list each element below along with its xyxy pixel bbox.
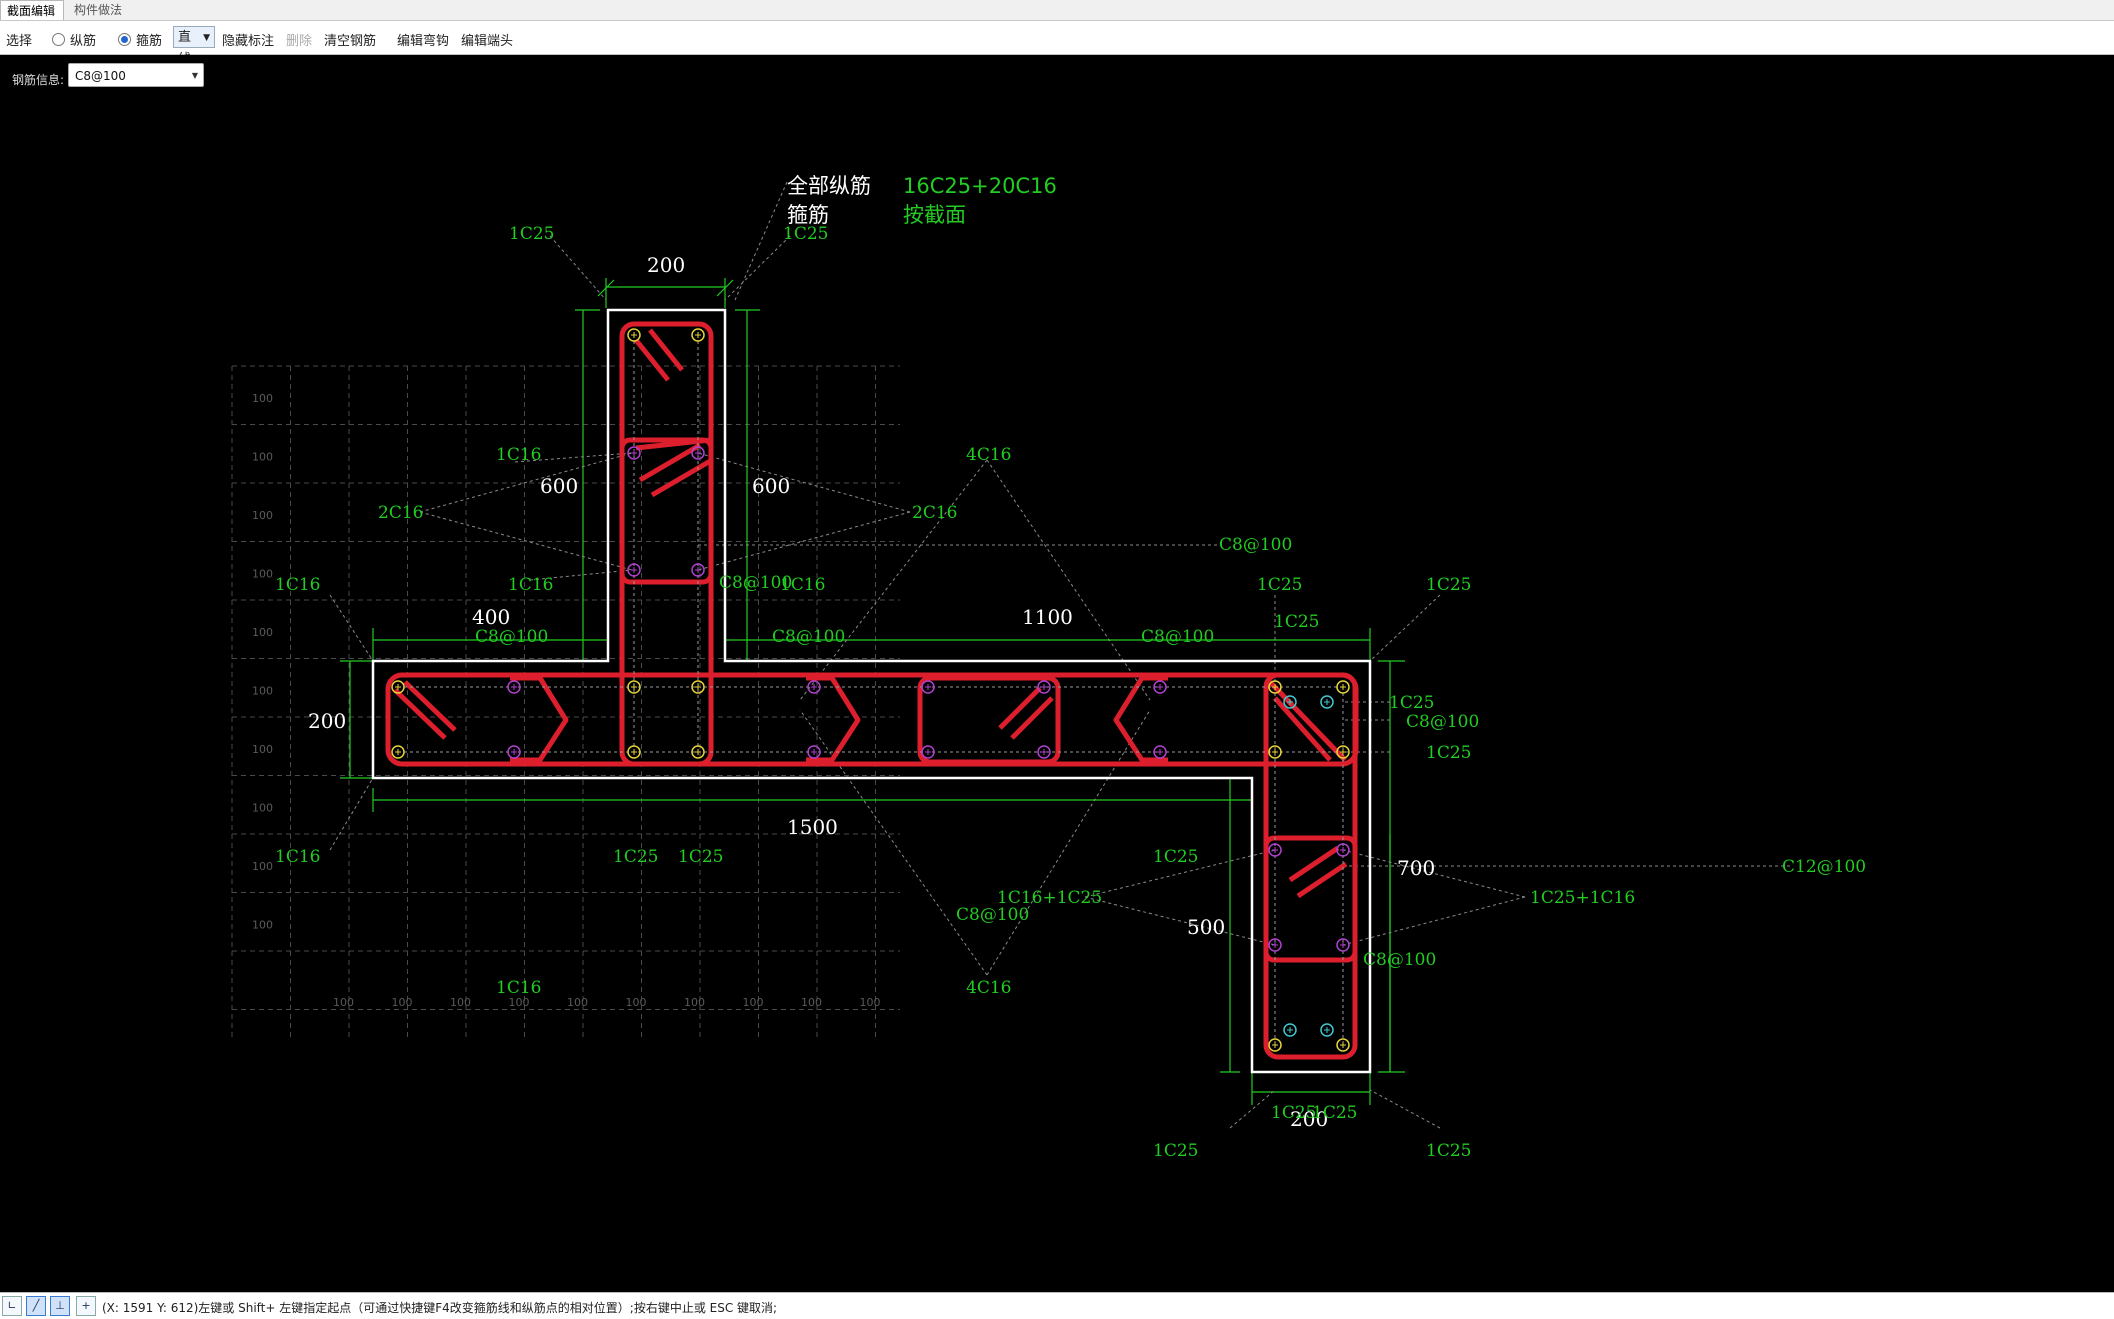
rebar-label: 1C16 — [496, 445, 541, 465]
grid-row-label: 100 — [252, 685, 273, 698]
rebar-label: 1C25 — [1274, 612, 1319, 632]
rebar-label: 1C16 — [496, 978, 541, 998]
grid-col-label: 100 — [743, 996, 764, 1009]
dim-right-600: 600 — [752, 474, 790, 498]
rebar-label: 1C16 — [780, 575, 825, 595]
summary-stirrup-value: 按截面 — [903, 203, 966, 227]
perpendicular-snap-icon[interactable]: ⊥ — [50, 1296, 70, 1316]
grid-row-label: 100 — [252, 743, 273, 756]
grid-row-label: 100 — [252, 392, 273, 405]
rebar-label: 4C16 — [966, 978, 1011, 998]
grid-row-label: 100 — [252, 626, 273, 639]
offset-snap-icon[interactable]: + — [76, 1296, 96, 1316]
rebar-label: 1C25 — [509, 224, 554, 244]
line-snap-icon[interactable]: ╱ — [26, 1296, 46, 1316]
stirrups — [385, 321, 1359, 1060]
dim-200-left: 200 — [308, 709, 346, 733]
grid-col-label: 100 — [567, 996, 588, 1009]
rebar-label: 1C25 — [1153, 1141, 1198, 1161]
rebar-label: 1C25+1C16 — [1530, 888, 1635, 908]
background-grid — [231, 365, 900, 1037]
rebar-label: 1C25 — [1271, 1103, 1316, 1123]
rebar-label: 2C16 — [378, 503, 423, 523]
dim-1100: 1100 — [1022, 605, 1073, 629]
summary-all-long-label: 全部纵筋 — [787, 174, 871, 198]
rebar-label: 1C16 — [508, 575, 553, 595]
dim-400: 400 — [472, 605, 510, 629]
grid-col-label: 100 — [333, 996, 354, 1009]
rebar-label: C12@100 — [1782, 857, 1866, 877]
rebar-label: C8@100 — [1363, 950, 1436, 970]
summary-all-long-value: 16C25+20C16 — [903, 174, 1057, 198]
grid-col-label: 100 — [392, 996, 413, 1009]
grid-row-label: 100 — [252, 802, 273, 815]
rebar-label: 1C25 — [1426, 575, 1471, 595]
rebar-label: C8@100 — [1219, 535, 1292, 555]
rebar-label: C8@100 — [956, 905, 1029, 925]
dim-500: 500 — [1187, 915, 1225, 939]
corner-snap-icon[interactable]: ∟ — [2, 1296, 22, 1316]
grid-col-label: 100 — [626, 996, 647, 1009]
rebar-label: 1C25 — [1153, 847, 1198, 867]
rebar-label: 1C25 — [613, 847, 658, 867]
dim-left-600: 600 — [540, 474, 578, 498]
rebar-label: 1C25 — [1426, 743, 1471, 763]
rebar-label: 1C25 — [1257, 575, 1302, 595]
grid-row-label: 100 — [252, 568, 273, 581]
grid-col-label: 100 — [684, 996, 705, 1009]
rebar-label: 4C16 — [966, 445, 1011, 465]
rebar-points — [391, 328, 1350, 1052]
grid-col-label: 100 — [801, 996, 822, 1009]
dim-1500: 1500 — [787, 815, 838, 839]
rebar-label: C8@100 — [1141, 627, 1214, 647]
rebar-label: C8@100 — [1406, 712, 1479, 732]
drawing-canvas[interactable]: 100100100100100100100100100100100 100 100 1… — [0, 0, 2114, 1292]
status-bar: ∟ ╱ ⊥ + (X: 1591 Y: 612)左键或 Shift+ 左键指定起… — [0, 1292, 2114, 1319]
leader-lines — [329, 181, 1790, 1129]
dim-top-width: 200 — [647, 253, 685, 277]
rebar-label: C8@100 — [475, 627, 548, 647]
rebar-label: C8@100 — [772, 627, 845, 647]
rebar-label: 1C16 — [275, 847, 320, 867]
rebar-label: 1C25 — [1389, 693, 1434, 713]
rebar-label: 1C25 — [678, 847, 723, 867]
status-message: (X: 1591 Y: 612)左键或 Shift+ 左键指定起点（可通过快捷键… — [102, 1301, 778, 1315]
grid-row-label: 100 — [252, 509, 273, 522]
rebar-label: 1C25 — [783, 224, 828, 244]
rebar-label: 2C16 — [912, 503, 957, 523]
grid-row-label: 100 — [252, 919, 273, 932]
rebar-label: 1C25 — [1426, 1141, 1471, 1161]
summary-labels: 全部纵筋 箍筋 16C25+20C16 按截面 — [787, 174, 1057, 227]
grid-col-label: 100 — [860, 996, 881, 1009]
rebar-label: 1C25 — [1312, 1103, 1357, 1123]
grid-col-label: 100 — [450, 996, 471, 1009]
dim-700: 700 — [1397, 856, 1435, 880]
grid-row-label: 100 — [252, 860, 273, 873]
rebar-label: 1C16 — [275, 575, 320, 595]
grid-row-label: 100 — [252, 451, 273, 464]
